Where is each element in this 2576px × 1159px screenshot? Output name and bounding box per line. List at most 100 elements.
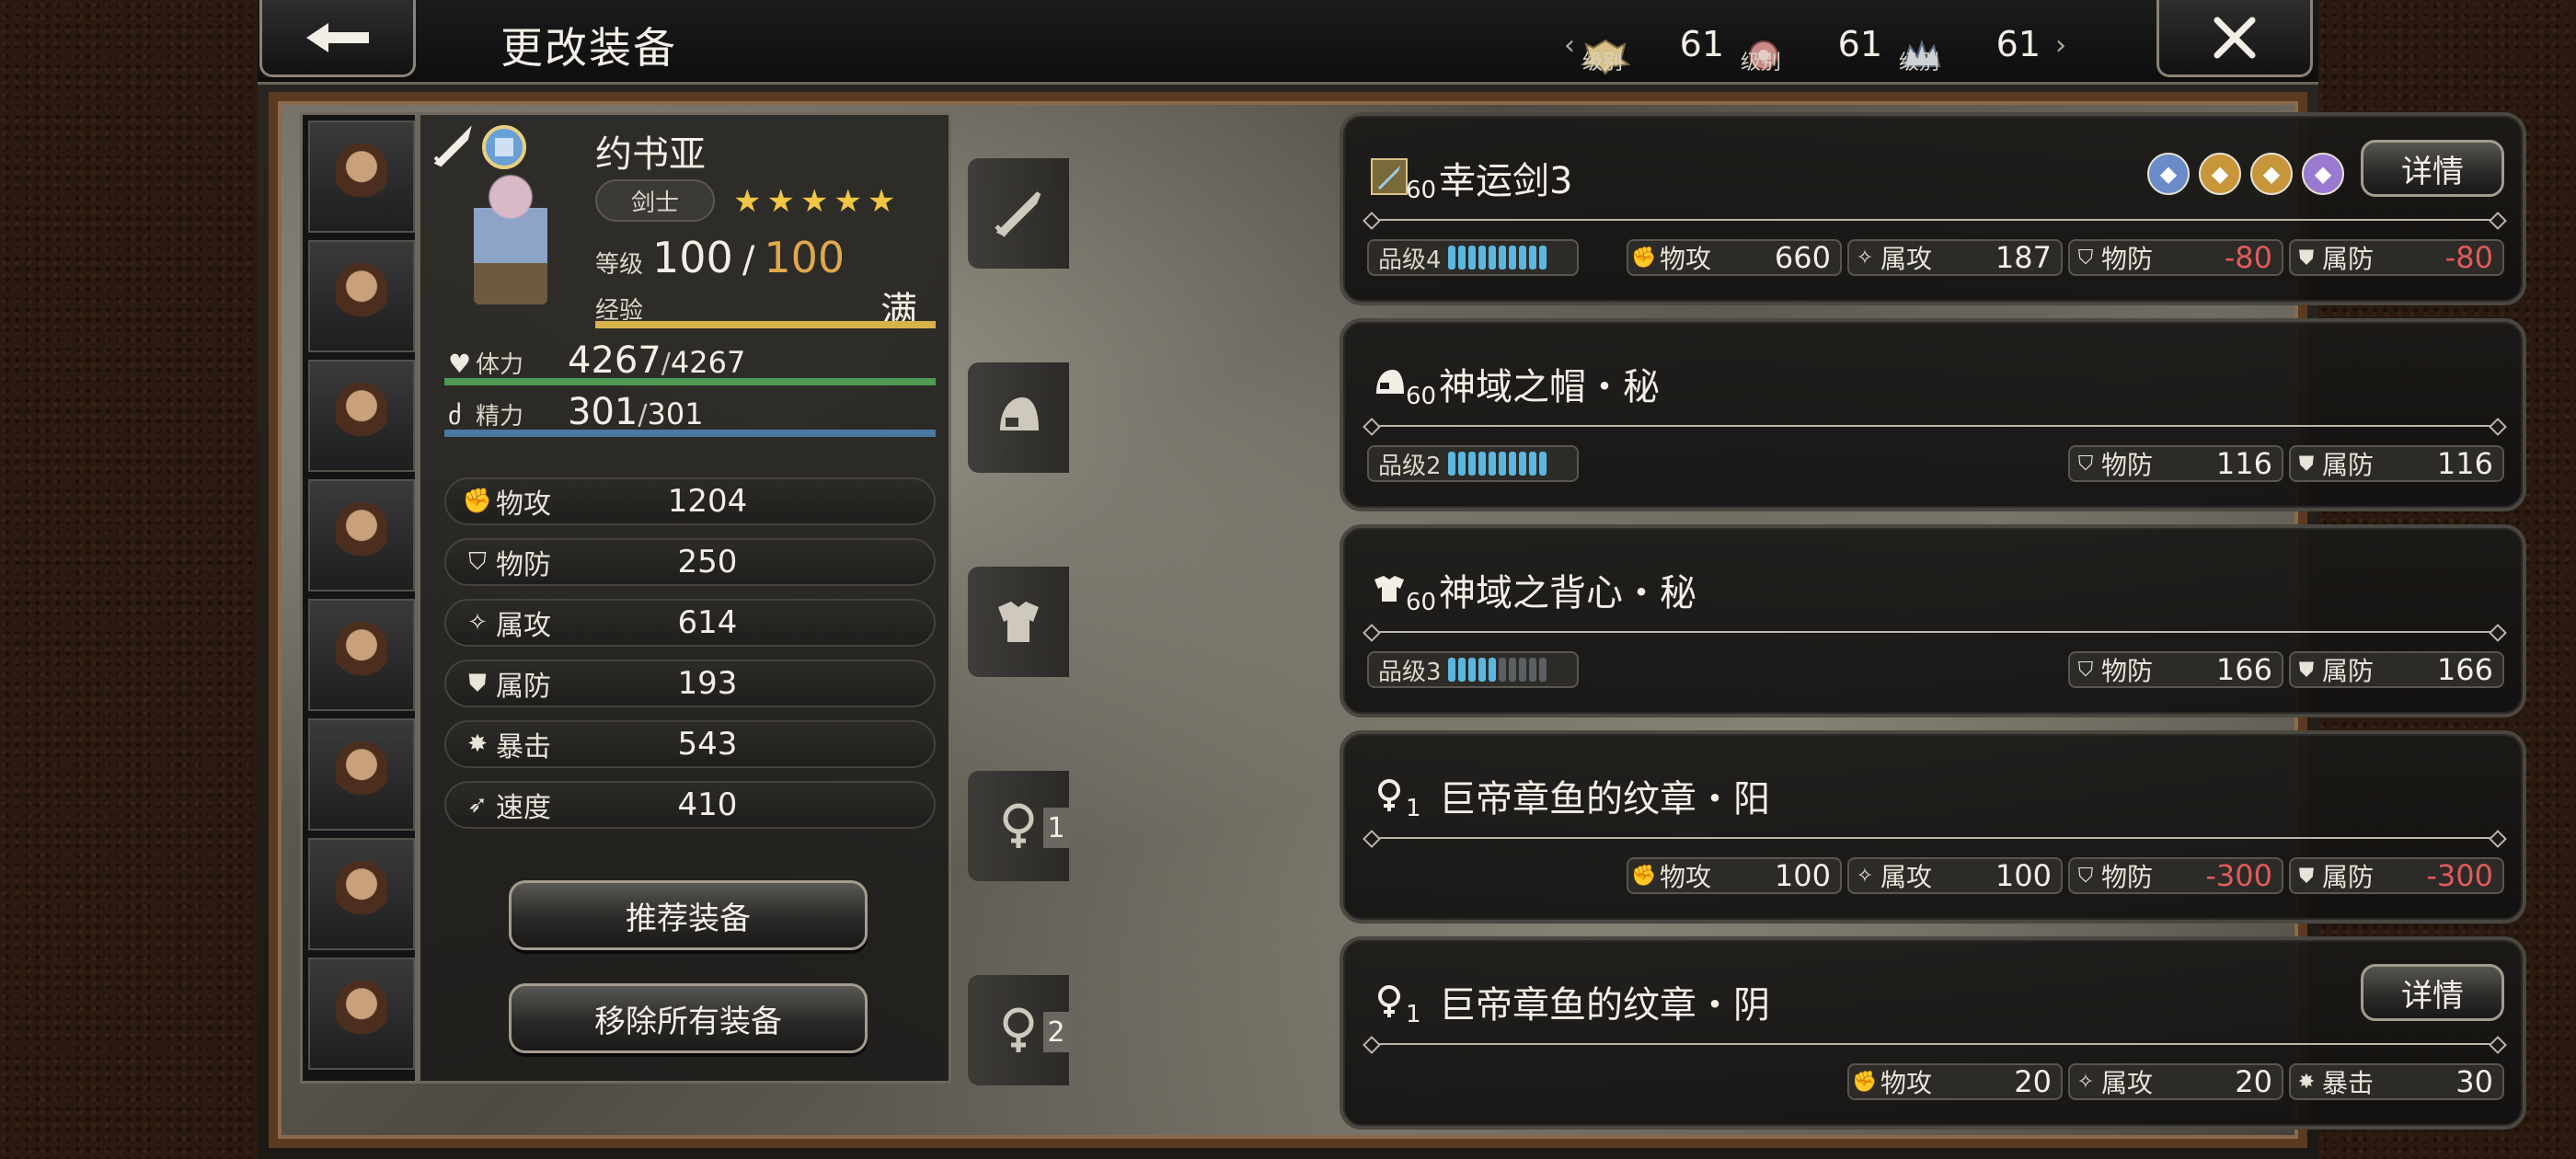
grade-label: 品级4 [1378, 246, 1442, 274]
equipment-level: 1 [1406, 1001, 1421, 1028]
stat-value: 250 [677, 544, 738, 580]
stat-name: 物攻 [1660, 244, 1712, 274]
sp-bar [444, 430, 936, 437]
grade-label: 品级3 [1378, 658, 1442, 686]
character-portrait [336, 741, 387, 808]
stat-value: 410 [677, 786, 738, 823]
character-tab[interactable] [308, 360, 415, 472]
equipment-card-accessory-1[interactable]: 1 巨帝章鱼的纹章・阳 ✊ 物攻 100 ✧ 属攻 100 ⛉ 物防 -300 ⛊ 属防 -30… [1340, 730, 2526, 924]
slot-tab-weapon[interactable] [968, 158, 1069, 269]
phys-def-icon: ⛉ [2077, 658, 2094, 682]
level-value: 61 [1995, 24, 2041, 64]
phys-def-icon: ⛉ [468, 547, 487, 576]
character-tabs [300, 112, 418, 1084]
character-panel: 约书亚 剑士 ★★★★★ 等级 100 / 100 经验 满 ♥ 体力 4267… [418, 112, 951, 1084]
grade-label: 品级2 [1378, 452, 1442, 480]
character-tab[interactable] [308, 838, 415, 950]
stat-name: 属防 [496, 671, 551, 703]
remove-all-equipment-button[interactable]: 移除所有装备 [509, 983, 868, 1053]
character-portrait [336, 383, 387, 449]
gem-blue-icon: ◆ [2147, 153, 2190, 195]
stat-chip: ⛊ 属防 -300 [2289, 857, 2504, 894]
stat-chip: ✊ 物攻 20 [1847, 1063, 2063, 1100]
equipment-stats: ✊ 物攻 100 ✧ 属攻 100 ⛉ 物防 -300 ⛊ 属防 -300 [1627, 857, 2504, 894]
close-button[interactable] [2156, 0, 2313, 77]
equipment-stats: ✊ 物攻 20 ✧ 属攻 20 ✸ 暴击 30 [1847, 1063, 2504, 1100]
stat-name: 暴击 [2322, 1068, 2375, 1098]
armor-icon [998, 602, 1039, 642]
back-button[interactable] [259, 0, 416, 77]
stat-chip: ⛊ 属防 166 [2289, 651, 2504, 688]
level-value: 61 [1837, 24, 1882, 64]
equipment-level: 60 [1406, 589, 1437, 616]
stat-name: 物防 [2101, 450, 2154, 480]
stat-value: 116 [2436, 446, 2493, 481]
slot-tab-accessory-2[interactable]: 2 [968, 975, 1069, 1085]
sp-slash: / [638, 399, 648, 431]
sp-current: 301 [568, 391, 638, 433]
slot-number: 2 [1043, 1012, 1069, 1052]
armor-icon [1371, 570, 1408, 615]
character-tab[interactable] [308, 599, 415, 711]
hp-row: ♥ 体力 4267 / 4267 [448, 339, 745, 382]
phys-atk-icon: ✊ [462, 488, 493, 515]
grade-pips [1448, 658, 1547, 682]
exp-bar [595, 321, 936, 328]
stat-chip: ⛊ 属防 116 [2289, 445, 2504, 482]
stat-name: 暴击 [496, 731, 551, 763]
stat-name: 属防 [2322, 656, 2375, 686]
page-title: 更改装备 [500, 23, 677, 73]
character-portrait [336, 981, 387, 1047]
phys-def-icon: ⛉ [2077, 452, 2094, 476]
character-tab[interactable] [308, 240, 415, 352]
level-label: 级别 [1741, 52, 1782, 75]
equipment-name: 巨帝章鱼的纹章・阴 [1439, 984, 1770, 1027]
stat-row-phys-def: ⛉ 物防 250 [444, 538, 936, 586]
elem-atk-icon: ✧ [2076, 1070, 2095, 1094]
level-label: 级别 [1899, 52, 1940, 75]
sp-max: 301 [647, 396, 704, 431]
party-level-bar: ‹ 级别 61 级别 61 级别 61 › [1564, 13, 2098, 77]
character-portrait [336, 143, 387, 210]
slot-tab-body[interactable] [968, 567, 1069, 677]
stat-value: 30 [2455, 1064, 2493, 1099]
detail-button[interactable]: 详情 [2361, 140, 2504, 197]
sp-row: ძ 精力 301 / 301 [448, 391, 704, 433]
level-value: 61 [1679, 24, 1724, 64]
level-row: 等级 100 / 100 [595, 233, 845, 282]
stat-value: -80 [2224, 240, 2272, 275]
gem-gold-icon: ◆ [2250, 153, 2293, 195]
stat-name: 物防 [2101, 244, 2154, 274]
stat-name: 属攻 [1880, 244, 1933, 274]
character-portrait [336, 263, 387, 329]
equipment-card-body[interactable]: 60 神域之背心・秘 品级3 ⛉ 物防 166 ⛊ 属防 166 [1340, 524, 2526, 717]
rarity-stars: ★★★★★ [733, 183, 902, 220]
recommend-equipment-button[interactable]: 推荐装备 [509, 880, 868, 950]
stat-row-elem-atk: ✧ 属攻 614 [444, 599, 936, 647]
helmet-icon [1371, 364, 1408, 409]
stat-chip: ⛉ 物防 116 [2068, 445, 2283, 482]
stat-chip: ⛉ 物防 166 [2068, 651, 2283, 688]
heart-icon: ♥ [448, 349, 472, 379]
stat-name: 属攻 [496, 610, 551, 642]
stat-value: 116 [2215, 446, 2272, 481]
equipment-card-accessory-2[interactable]: 1 巨帝章鱼的纹章・阴 详情 ✊ 物攻 20 ✧ 属攻 20 ✸ 暴击 30 [1340, 936, 2526, 1130]
stat-row-elem-def: ⛊ 属防 193 [444, 660, 936, 707]
equipment-level: 1 [1406, 795, 1421, 822]
character-tab[interactable] [308, 718, 415, 831]
stat-name: 属防 [2322, 244, 2375, 274]
character-tab[interactable] [308, 958, 415, 1070]
level-label: 等级 [595, 251, 644, 279]
slot-tabs: 1 2 [968, 158, 1078, 1085]
character-tab[interactable] [308, 120, 415, 233]
stat-chip: ✧ 属攻 187 [1847, 239, 2063, 276]
character-tab[interactable] [308, 479, 415, 591]
stat-name: 属防 [2322, 450, 2375, 480]
phys-atk-icon: ✊ [1852, 1070, 1878, 1094]
detail-button[interactable]: 详情 [2361, 964, 2504, 1021]
divider [1371, 631, 2499, 633]
equipment-card-weapon[interactable]: 60 幸运剑3 ◆ ◆ ◆ ◆ 详情 品级4 ✊ 物攻 660 ✧ 属攻 187 ⛉ 物防… [1340, 112, 2526, 305]
slot-tab-accessory-1[interactable]: 1 [968, 771, 1069, 881]
equipment-card-head[interactable]: 60 神域之帽・秘 品级2 ⛉ 物防 116 ⛊ 属防 116 [1340, 318, 2526, 511]
slot-tab-head[interactable] [968, 362, 1069, 473]
